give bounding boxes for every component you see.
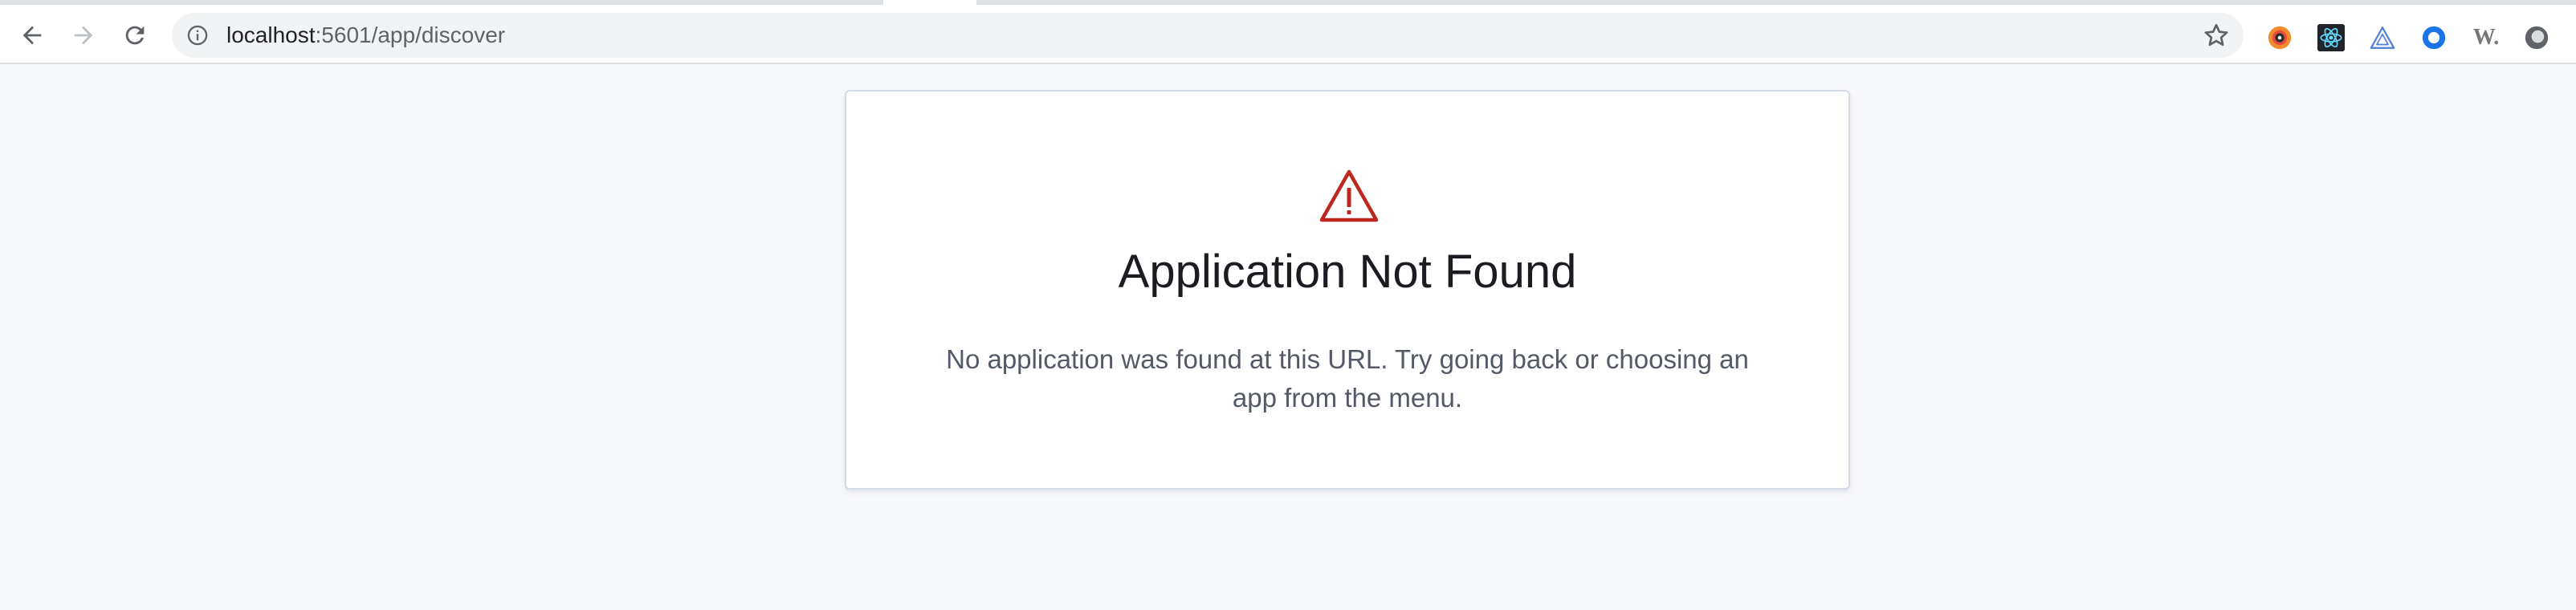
arrow-right-icon: [74, 26, 93, 45]
url-path: :5601/app/discover: [315, 22, 506, 47]
reload-icon: [125, 26, 145, 45]
reload-button[interactable]: [112, 13, 157, 58]
gray-circle-extension-icon[interactable]: [2523, 24, 2550, 51]
inactive-tab-left[interactable]: [0, 0, 883, 5]
back-button[interactable]: [10, 13, 55, 58]
star-icon[interactable]: [2202, 21, 2231, 50]
url-text[interactable]: localhost:5601/app/discover: [226, 22, 505, 48]
url-host: localhost: [226, 22, 316, 47]
error-message: No application was found at this URL. Tr…: [946, 344, 1749, 413]
address-bar[interactable]: localhost:5601/app/discover: [172, 13, 2244, 58]
color-picker-extension-icon[interactable]: [2266, 24, 2293, 51]
error-title: Application Not Found: [1118, 246, 1577, 298]
forward-button[interactable]: [61, 13, 106, 58]
w-extension-icon[interactable]: W.: [2470, 24, 2502, 51]
page-content: Application Not Found No application was…: [0, 66, 2576, 610]
arrow-left-icon: [22, 26, 42, 45]
react-devtools-extension-icon[interactable]: [2317, 24, 2345, 51]
w-extension-label: W.: [2472, 25, 2500, 50]
inactive-tab-right[interactable]: [976, 0, 2576, 5]
triangle-extension-icon[interactable]: [2369, 24, 2396, 51]
blue-circle-extension-icon[interactable]: [2420, 24, 2448, 51]
info-icon[interactable]: [186, 24, 209, 47]
tab-strip: [0, 0, 2576, 6]
browser-toolbar: localhost:5601/app/discover W.: [0, 6, 2576, 64]
error-panel: Application Not Found No application was…: [845, 90, 1850, 490]
warning-icon: [1319, 169, 1379, 222]
